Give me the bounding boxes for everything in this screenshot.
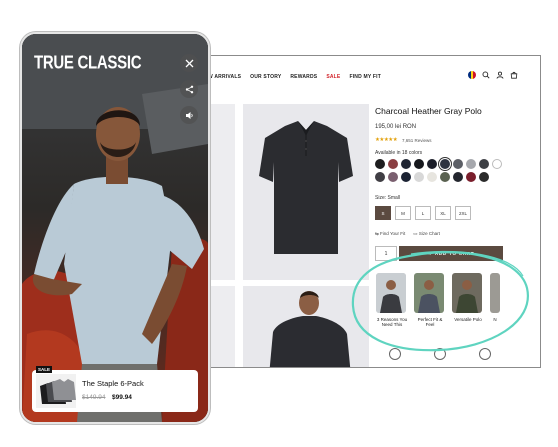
video-thumbnail [414,273,444,313]
color-swatch[interactable] [427,159,437,169]
close-button[interactable] [180,54,198,72]
quantity-value: 1 [384,250,388,257]
quantity-stepper[interactable]: 1 [375,246,397,261]
gallery-main-image[interactable] [243,104,369,280]
video-card[interactable]: 3 Reasons You Need This [376,273,408,327]
cart-icon[interactable] [510,71,518,79]
feature-icon [389,348,401,360]
video-thumbnail [490,273,500,313]
sale-badge: SALE [36,366,53,373]
find-your-fit-link[interactable]: ⇆ Find Your Fit [375,231,405,237]
size-chart-link[interactable]: ▭ Size Chart [413,231,440,237]
top-nav: W ARRIVALS OUR STORY REWARDS SALE FIND M… [177,56,540,96]
brand-logo: TRUE CLASSIC [34,52,142,74]
color-swatch[interactable] [375,172,385,182]
product-title: Charcoal Heather Gray Polo [375,106,482,116]
model-back-image [269,291,351,367]
size-option-l[interactable]: L [415,206,431,220]
mobile-video-player: TRUE CLASSIC SALE The Staple 6-Pack $149… [20,32,210,424]
rating-stars: ★★★★★ [375,137,398,143]
product-price: 195,00 lei RON [375,124,417,130]
nav-link-new-arrivals[interactable]: W ARRIVALS [208,74,241,80]
close-icon [185,59,193,67]
size-chart-label: Size Chart [418,231,440,236]
color-swatch[interactable] [492,159,502,169]
size-option-m[interactable]: M [395,206,411,220]
nav-links: W ARRIVALS OUR STORY REWARDS SALE FIND M… [208,74,381,80]
size-label: Size: Small [375,195,401,201]
size-option-xl[interactable]: XL [435,206,451,220]
video-thumbnail [452,273,482,313]
desktop-product-page: W ARRIVALS OUR STORY REWARDS SALE FIND M… [176,55,541,368]
color-swatches [375,159,505,182]
nav-link-our-story[interactable]: OUR STORY [250,74,281,80]
find-your-fit-label: Find Your Fit [380,231,406,236]
nav-link-rewards[interactable]: REWARDS [290,74,317,80]
sale-price: $99.94 [112,394,132,401]
color-swatch[interactable] [401,159,411,169]
speaker-icon [185,111,193,119]
original-price: $149.94 [82,394,106,401]
share-icon [185,85,193,93]
color-swatch[interactable] [479,159,489,169]
color-swatch[interactable] [440,172,450,182]
video-caption: Perfect Fit & Feel [417,317,443,327]
color-swatch[interactable] [388,159,398,169]
size-option-2xl[interactable]: 2XL [455,206,471,220]
color-swatch[interactable] [466,159,476,169]
color-swatch[interactable] [427,172,437,182]
available-colors-label: Available in 18 colors [375,150,423,156]
product-thumbnail [36,374,76,408]
size-options: S M L XL 2XL [375,206,471,220]
feature-icons [389,348,491,360]
search-icon[interactable] [482,71,490,79]
mute-button[interactable] [180,106,198,124]
video-carousel: 3 Reasons You Need This Perfect Fit & Fe… [376,273,500,327]
video-caption: Versatile Polo [454,317,482,322]
color-swatch[interactable] [414,172,424,182]
add-to-cart-label: ADD TO CART [434,251,475,256]
nav-link-find-my-fit[interactable]: FIND MY FIT [349,74,381,80]
reviews-count[interactable]: 7,651 Reviews [402,138,432,143]
polo-shirt-image [259,121,353,254]
share-button[interactable] [180,80,198,98]
fit-links: ⇆ Find Your Fit ▭ Size Chart [375,231,440,237]
nav-icons [468,71,518,79]
color-swatch[interactable] [453,159,463,169]
color-swatch[interactable] [453,172,463,182]
feature-icon [479,348,491,360]
video-caption: N [493,317,497,322]
account-icon[interactable] [496,71,504,79]
feature-icon [434,348,446,360]
flag-icon[interactable] [468,71,476,79]
video-thumbnail [376,273,406,313]
product-card[interactable]: SALE The Staple 6-Pack $149.94 $99.94 [32,366,198,412]
color-swatch[interactable] [466,172,476,182]
video-caption: 3 Reasons You Need This [376,317,408,327]
video-card[interactable]: Perfect Fit & Feel [414,273,446,327]
color-swatch[interactable] [375,159,385,169]
video-card[interactable]: N [490,273,500,327]
video-card[interactable]: Versatile Polo [452,273,484,327]
color-swatch[interactable] [401,172,411,182]
gallery-back-image[interactable] [243,286,369,367]
add-to-cart-button[interactable]: → ADD TO CART [399,246,503,261]
color-swatch[interactable] [479,172,489,182]
product-name: The Staple 6-Pack [82,379,144,388]
nav-link-sale[interactable]: SALE [326,74,340,80]
size-option-s[interactable]: S [375,206,391,220]
color-swatch[interactable] [388,172,398,182]
color-swatch[interactable] [414,159,424,169]
color-swatch[interactable] [440,159,450,169]
